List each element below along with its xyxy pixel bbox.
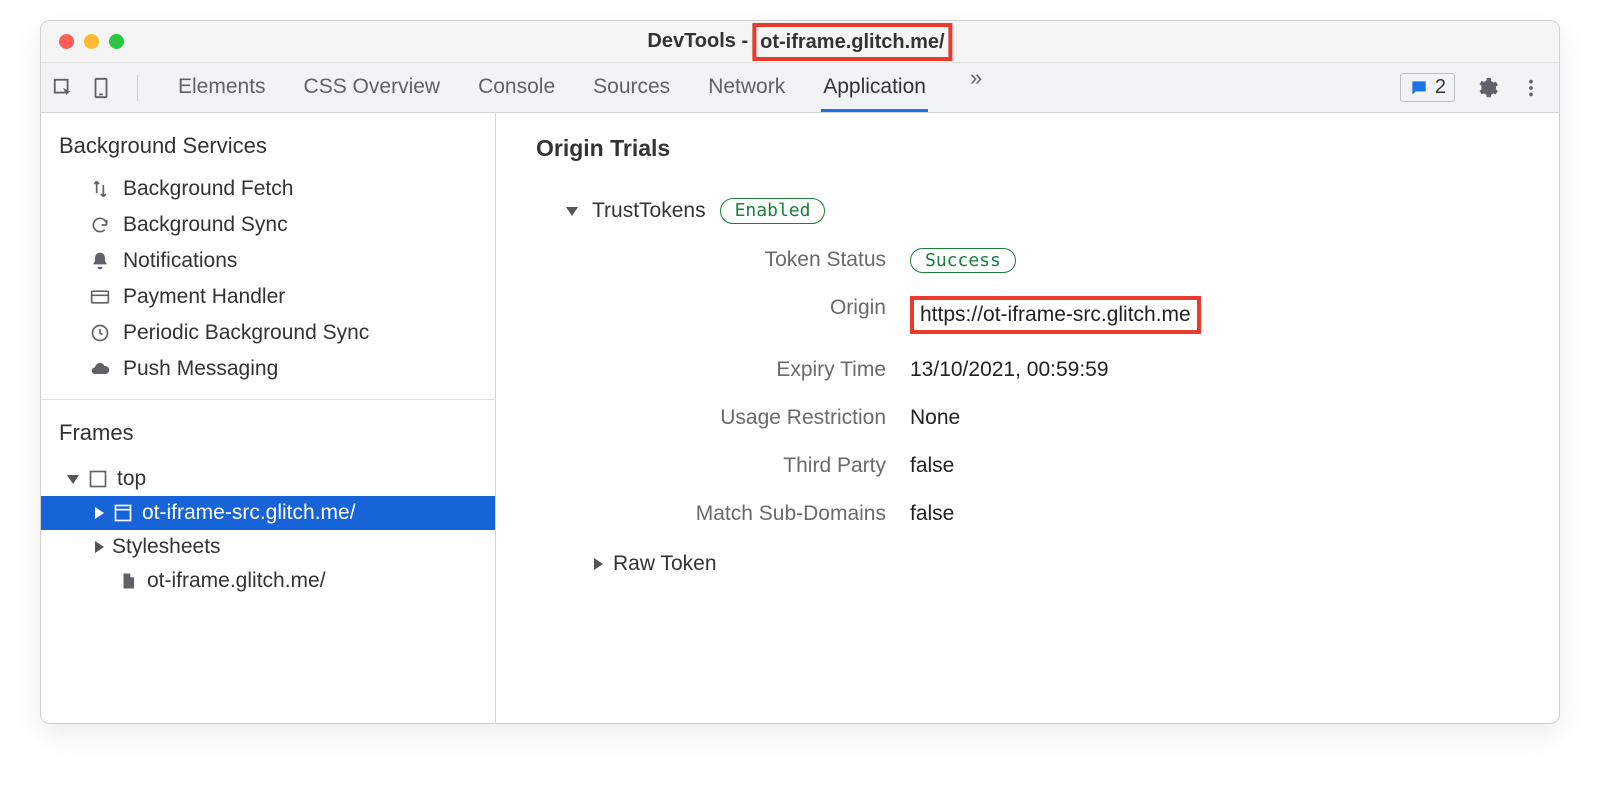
frame-child-selected[interactable]: ot-iframe-src.glitch.me/ bbox=[41, 496, 495, 530]
kebab-menu-icon[interactable] bbox=[1519, 76, 1543, 100]
sidebar-item-label: Background Fetch bbox=[123, 177, 293, 201]
card-icon bbox=[89, 287, 111, 307]
value-usage: None bbox=[910, 406, 1529, 430]
main-panel: Origin Trials TrustTokens Enabled Token … bbox=[496, 113, 1559, 723]
sidebar-section-frames: Frames bbox=[41, 414, 495, 458]
tab-sources[interactable]: Sources bbox=[591, 65, 672, 110]
sidebar-item-push-messaging[interactable]: Push Messaging bbox=[41, 351, 495, 387]
cloud-icon bbox=[89, 359, 111, 379]
close-window-icon[interactable] bbox=[59, 34, 74, 49]
maximize-window-icon[interactable] bbox=[109, 34, 124, 49]
window-title-prefix: DevTools - bbox=[647, 30, 752, 53]
gear-icon[interactable] bbox=[1475, 76, 1499, 100]
sidebar-item-notifications[interactable]: Notifications bbox=[41, 243, 495, 279]
trial-details: Token Status Success Origin https://ot-i… bbox=[566, 248, 1529, 526]
tab-console[interactable]: Console bbox=[476, 65, 557, 110]
frame-label: ot-iframe-src.glitch.me/ bbox=[142, 501, 356, 525]
value-match-sub: false bbox=[910, 502, 1529, 526]
frames-stylesheet-item[interactable]: ot-iframe.glitch.me/ bbox=[41, 564, 495, 598]
label-third-party: Third Party bbox=[566, 454, 886, 478]
clock-icon bbox=[89, 323, 111, 343]
traffic-lights bbox=[41, 34, 124, 49]
file-icon bbox=[117, 571, 139, 591]
tab-network[interactable]: Network bbox=[706, 65, 787, 110]
frames-tree: top ot-iframe-src.glitch.me/ Stylesheets… bbox=[41, 458, 495, 608]
stylesheet-item-label: ot-iframe.glitch.me/ bbox=[147, 569, 326, 593]
trial-name: TrustTokens bbox=[592, 199, 706, 223]
sidebar-item-background-fetch[interactable]: Background Fetch bbox=[41, 171, 495, 207]
page-title: Origin Trials bbox=[536, 135, 1529, 162]
issues-badge[interactable]: 2 bbox=[1400, 73, 1455, 102]
label-usage: Usage Restriction bbox=[566, 406, 886, 430]
tab-application[interactable]: Application bbox=[821, 65, 928, 112]
inspect-icon[interactable] bbox=[51, 76, 75, 100]
issues-icon bbox=[1409, 78, 1429, 98]
window-title: DevTools - ot-iframe.glitch.me/ bbox=[647, 23, 952, 61]
token-status-badge: Success bbox=[910, 248, 1016, 273]
raw-token-label: Raw Token bbox=[613, 552, 717, 576]
updown-icon bbox=[89, 179, 111, 199]
sidebar-section-bg-services: Background Services bbox=[41, 113, 495, 171]
chevron-right-icon bbox=[594, 558, 603, 570]
issues-count: 2 bbox=[1435, 76, 1446, 99]
content-area: Background Services Background Fetch Bac… bbox=[41, 113, 1559, 723]
label-origin: Origin bbox=[566, 296, 886, 334]
label-match-sub: Match Sub-Domains bbox=[566, 502, 886, 526]
sidebar-item-label: Background Sync bbox=[123, 213, 288, 237]
minimize-window-icon[interactable] bbox=[84, 34, 99, 49]
sidebar-item-periodic-sync[interactable]: Periodic Background Sync bbox=[41, 315, 495, 351]
sidebar-item-label: Notifications bbox=[123, 249, 237, 273]
titlebar: DevTools - ot-iframe.glitch.me/ bbox=[41, 21, 1559, 63]
tab-strip: Elements CSS Overview Console Sources Ne… bbox=[176, 65, 1400, 110]
sidebar-item-background-sync[interactable]: Background Sync bbox=[41, 207, 495, 243]
value-token-status: Success bbox=[910, 248, 1529, 272]
toolbar-separator bbox=[137, 75, 138, 101]
sidebar: Background Services Background Fetch Bac… bbox=[41, 113, 496, 723]
tab-css-overview[interactable]: CSS Overview bbox=[302, 65, 443, 110]
toolbar: Elements CSS Overview Console Sources Ne… bbox=[41, 63, 1559, 113]
label-expiry: Expiry Time bbox=[566, 358, 886, 382]
origin-value-highlight: https://ot-iframe-src.glitch.me bbox=[910, 296, 1201, 334]
device-toggle-icon[interactable] bbox=[89, 76, 113, 100]
sync-icon bbox=[89, 215, 111, 235]
frame-icon bbox=[87, 469, 109, 489]
value-expiry: 13/10/2021, 00:59:59 bbox=[910, 358, 1529, 382]
frame-icon bbox=[112, 503, 134, 523]
sidebar-item-payment-handler[interactable]: Payment Handler bbox=[41, 279, 495, 315]
chevron-right-icon bbox=[95, 541, 104, 553]
window-title-url: ot-iframe.glitch.me/ bbox=[752, 23, 952, 61]
frame-label: top bbox=[117, 467, 146, 491]
label-token-status: Token Status bbox=[566, 248, 886, 272]
chevron-down-icon bbox=[566, 207, 578, 216]
tab-elements[interactable]: Elements bbox=[176, 65, 268, 110]
sidebar-item-label: Periodic Background Sync bbox=[123, 321, 369, 345]
value-third-party: false bbox=[910, 454, 1529, 478]
status-badge: Enabled bbox=[720, 198, 826, 224]
raw-token-toggle[interactable]: Raw Token bbox=[594, 552, 1529, 576]
sidebar-bg-services-list: Background Fetch Background Sync Notific… bbox=[41, 171, 495, 393]
sidebar-item-label: Payment Handler bbox=[123, 285, 285, 309]
devtools-window: DevTools - ot-iframe.glitch.me/ Elements… bbox=[40, 20, 1560, 724]
value-origin: https://ot-iframe-src.glitch.me bbox=[910, 296, 1529, 334]
chevron-down-icon bbox=[67, 475, 79, 484]
more-tabs-icon[interactable]: » bbox=[962, 65, 990, 110]
frame-top[interactable]: top bbox=[41, 462, 495, 496]
chevron-right-icon bbox=[95, 507, 104, 519]
bell-icon bbox=[89, 251, 111, 271]
trial-header[interactable]: TrustTokens Enabled bbox=[566, 198, 1529, 224]
sidebar-item-label: Push Messaging bbox=[123, 357, 278, 381]
frames-stylesheets-label: Stylesheets bbox=[112, 535, 221, 559]
frames-stylesheets[interactable]: Stylesheets bbox=[41, 530, 495, 564]
